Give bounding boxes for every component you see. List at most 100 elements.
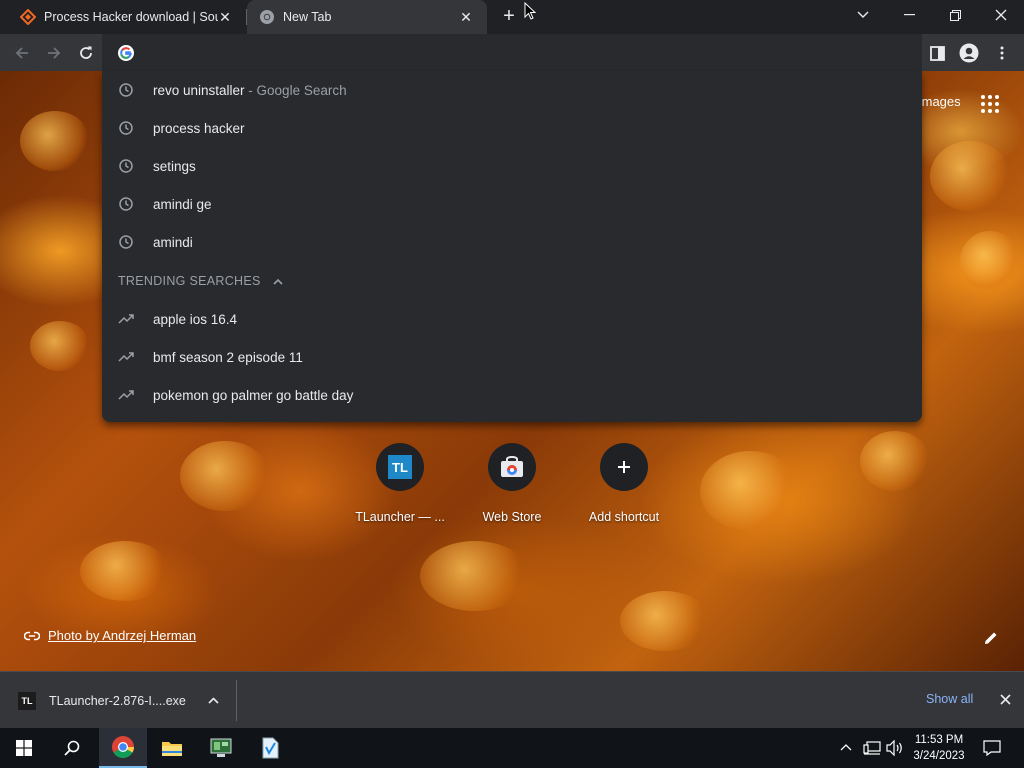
search-button[interactable] <box>48 728 96 768</box>
divider <box>236 680 237 721</box>
shortcuts: TL TLauncher — ... Web Store Add shortcu… <box>350 443 680 533</box>
network-icon[interactable] <box>863 741 881 755</box>
history-icon <box>119 83 133 97</box>
minimize-button[interactable] <box>886 0 932 30</box>
suggestion-item[interactable]: amindi <box>102 223 922 261</box>
taskbar-chrome[interactable] <box>99 728 147 768</box>
wallpaper-bokeh <box>700 451 800 531</box>
trending-up-icon <box>118 314 134 324</box>
close-icon <box>995 9 1007 21</box>
taskbar-app-blue[interactable] <box>246 728 294 768</box>
apps-grid-icon[interactable] <box>981 95 999 113</box>
close-window-button[interactable] <box>978 0 1024 30</box>
shortcut-tile <box>600 443 648 491</box>
shortcut-tile: TL <box>376 443 424 491</box>
restore-button[interactable] <box>932 0 978 30</box>
trending-up-icon <box>118 352 134 362</box>
tab-title: New Tab <box>283 10 332 24</box>
tab-process-hacker[interactable]: Process Hacker download | SourceForge ✕ <box>10 0 246 34</box>
restore-icon <box>949 9 961 21</box>
tab-title: Process Hacker download | SourceForge <box>44 10 218 24</box>
trending-text: bmf season 2 episode 11 <box>153 349 303 365</box>
wallpaper-bokeh <box>80 541 170 601</box>
reload-icon <box>80 46 92 59</box>
images-link[interactable]: Images <box>918 94 961 109</box>
close-tab-icon[interactable]: ✕ <box>218 10 232 24</box>
trending-text: apple ios 16.4 <box>153 311 238 327</box>
notifications-icon[interactable] <box>983 740 1001 756</box>
link-icon <box>24 631 40 640</box>
suggestion-item[interactable]: setings <box>102 147 922 185</box>
wallpaper-bokeh <box>860 431 930 491</box>
suggestion-item[interactable]: amindi ge <box>102 185 922 223</box>
wallpaper-bokeh <box>960 231 1020 291</box>
start-button[interactable] <box>0 728 48 768</box>
chrome-icon <box>260 10 274 24</box>
taskbar-app-green[interactable] <box>197 728 245 768</box>
new-tab-button[interactable]: + <box>498 6 520 28</box>
trending-item[interactable]: apple ios 16.4 <box>102 300 922 338</box>
wallpaper-bokeh <box>420 541 530 611</box>
shortcut-tile <box>488 443 536 491</box>
shortcut-label: Web Store <box>482 510 542 524</box>
omnibox[interactable] <box>102 34 922 71</box>
trending-up-icon <box>118 390 134 400</box>
trending-item[interactable]: bmf season 2 episode 11 <box>102 338 922 376</box>
clock-time: 11:53 PM <box>914 734 964 746</box>
arrow-left-icon <box>15 47 28 59</box>
wallpaper-bokeh <box>930 141 1010 211</box>
taskbar-file-explorer[interactable] <box>148 728 196 768</box>
download-item[interactable]: TL TLauncher-2.876-I....exe <box>18 672 219 729</box>
chevron-down-icon <box>857 11 869 18</box>
suggestion-text: amindi ge <box>153 196 212 212</box>
search-icon <box>64 740 80 756</box>
chevron-up-icon[interactable] <box>208 697 219 704</box>
trending-item[interactable]: pokemon go palmer go battle day <box>102 376 922 414</box>
download-shelf: TL TLauncher-2.876-I....exe Show all <box>0 671 1024 728</box>
close-icon[interactable] <box>1000 694 1011 705</box>
minimize-icon <box>903 14 915 16</box>
photo-credit-link[interactable]: Photo by Andrzej Herman <box>24 628 196 643</box>
photo-credit-text: Photo by Andrzej Herman <box>48 628 197 643</box>
suggestion-item[interactable]: revo uninstaller - Google Search <box>102 71 922 109</box>
mouse-cursor-icon <box>524 2 536 20</box>
chevron-up-icon <box>273 278 283 285</box>
suggestion-text: revo uninstaller - Google Search <box>153 82 347 98</box>
add-shortcut-button[interactable]: Add shortcut <box>574 443 674 524</box>
history-icon <box>119 159 133 173</box>
tlauncher-file-icon: TL <box>18 691 36 710</box>
folder-icon <box>162 742 182 756</box>
arrow-right-icon <box>48 47 61 59</box>
shortcut-web-store[interactable]: Web Store <box>462 443 562 524</box>
google-icon <box>118 44 134 61</box>
wallpaper-bokeh <box>620 591 710 651</box>
forward-button[interactable] <box>40 39 68 67</box>
trending-searches-header[interactable]: TRENDING SEARCHES <box>118 274 283 288</box>
back-button[interactable] <box>8 39 36 67</box>
side-panel-button[interactable] <box>923 39 951 67</box>
wallpaper-bokeh <box>180 441 270 511</box>
reload-button[interactable] <box>72 39 100 67</box>
edit-pencil-icon[interactable] <box>984 631 998 645</box>
suggestion-hint: - Google Search <box>244 82 347 98</box>
wallpaper-bokeh <box>30 321 90 371</box>
tab-new-tab[interactable]: New Tab ✕ <box>247 0 487 34</box>
trending-header-label: TRENDING SEARCHES <box>118 274 261 288</box>
close-tab-icon[interactable]: ✕ <box>459 10 473 24</box>
chrome-icon <box>112 736 134 758</box>
chevron-up-icon[interactable] <box>840 743 852 751</box>
monitor-app-icon <box>210 738 232 757</box>
system-clock[interactable]: 11:53 PM 3/24/2023 <box>908 732 970 764</box>
tab-search-button[interactable] <box>840 0 886 30</box>
omnibox-dropdown: revo uninstaller - Google Search process… <box>102 71 922 422</box>
menu-button[interactable] <box>988 39 1016 67</box>
download-file-name: TLauncher-2.876-I....exe <box>49 693 186 708</box>
webstore-icon <box>501 456 523 477</box>
show-all-button[interactable]: Show all <box>926 692 973 706</box>
windows-taskbar: 11:53 PM 3/24/2023 <box>0 728 1024 768</box>
suggestion-item[interactable]: process hacker <box>102 109 922 147</box>
suggestion-text: setings <box>153 158 196 174</box>
profile-button[interactable] <box>955 39 983 67</box>
shortcut-tlauncher[interactable]: TL TLauncher — ... <box>350 443 450 524</box>
volume-icon[interactable] <box>886 740 904 756</box>
